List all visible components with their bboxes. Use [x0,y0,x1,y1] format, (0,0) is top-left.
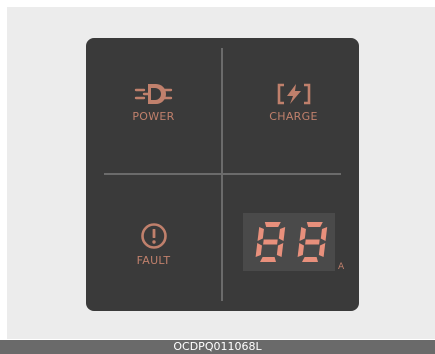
horizontal-divider [104,173,341,175]
unit-label: A [338,262,345,272]
digit-1-segment-a [306,222,323,227]
digit-1-segment-c [318,243,326,257]
charge-bolt-icon [274,81,314,107]
power-plug-icon [134,81,174,107]
figure-caption: OCDPQ011068L [0,340,435,354]
digit-1-segment-e [297,243,304,257]
digit-0-segment-f [257,227,264,241]
seven-segment-digits [255,222,328,262]
digit-1-segment-d [302,257,318,262]
indicator-panel: POWER CHARGE FAULT A [86,38,359,311]
fault-label: FAULT [136,254,171,267]
current-display [243,213,335,271]
digit-0-segment-g [263,239,278,245]
fault-indicator: FAULT [106,221,201,267]
power-label: POWER [132,110,175,123]
digit-0-segment-c [276,243,284,257]
charge-indicator: CHARGE [246,81,341,123]
exclamation-circle-icon [139,221,169,251]
digit-0-segment-b [278,227,286,241]
power-indicator: POWER [106,81,201,123]
charge-label: CHARGE [269,110,318,123]
digit-1-segment-g [305,239,320,245]
digit-1-segment-f [299,227,306,241]
digit-0-segment-a [264,222,281,227]
digit-1-segment-b [320,227,328,241]
digit-0-segment-d [260,257,276,262]
digit-0-segment-e [255,243,262,257]
